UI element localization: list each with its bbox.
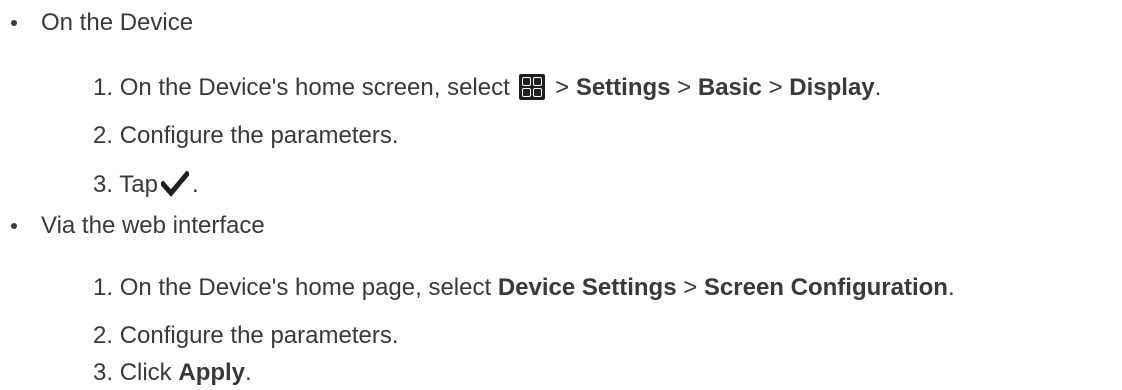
path-separator: >: [768, 74, 783, 101]
step-text: Configure the parameters.: [119, 122, 399, 149]
path-display: Display: [789, 74, 875, 101]
step-2-web: 2. Configure the parameters.: [93, 321, 399, 351]
path-screen-configuration: Screen Configuration: [703, 274, 948, 301]
step-number: 2.: [93, 322, 114, 349]
path-separator: >: [555, 74, 570, 101]
step-prefix: On the Device's home page, select: [119, 274, 492, 301]
bullet-dot: [11, 223, 17, 229]
step-number: 1.: [93, 74, 114, 101]
bullet-text: Via the web interface: [41, 212, 265, 239]
step-1-device: 1. On the Device's home screen, select >…: [93, 73, 881, 103]
bullet-text: On the Device: [41, 9, 194, 36]
path-separator: >: [677, 74, 692, 101]
step-2-device: 2. Configure the parameters.: [93, 121, 399, 151]
path-settings: Settings: [575, 74, 671, 101]
step-3-web: 3. Click Apply.: [93, 358, 252, 388]
step-prefix: Tap: [119, 171, 158, 198]
step-1-web: 1. On the Device's home page, select Dev…: [93, 273, 955, 303]
step-end: .: [874, 74, 882, 101]
bullet-dot: [11, 20, 17, 26]
step-text: Configure the parameters.: [119, 322, 399, 349]
step-prefix: Click: [119, 359, 172, 386]
apply-label: Apply: [178, 359, 246, 386]
path-basic: Basic: [697, 74, 762, 101]
apps-grid-icon: [519, 74, 546, 100]
path-separator: >: [683, 274, 698, 301]
step-end: .: [947, 274, 955, 301]
step-number: 3.: [93, 171, 114, 198]
step-3-device: 3. Tap .: [93, 170, 199, 200]
step-number: 1.: [93, 274, 114, 301]
step-prefix: On the Device's home screen, select: [119, 74, 510, 101]
checkmark-icon: [160, 171, 189, 197]
step-end: .: [191, 171, 199, 198]
step-number: 3.: [93, 359, 114, 386]
step-end: .: [245, 359, 252, 386]
path-device-settings: Device Settings: [497, 274, 677, 301]
step-number: 2.: [93, 122, 114, 149]
